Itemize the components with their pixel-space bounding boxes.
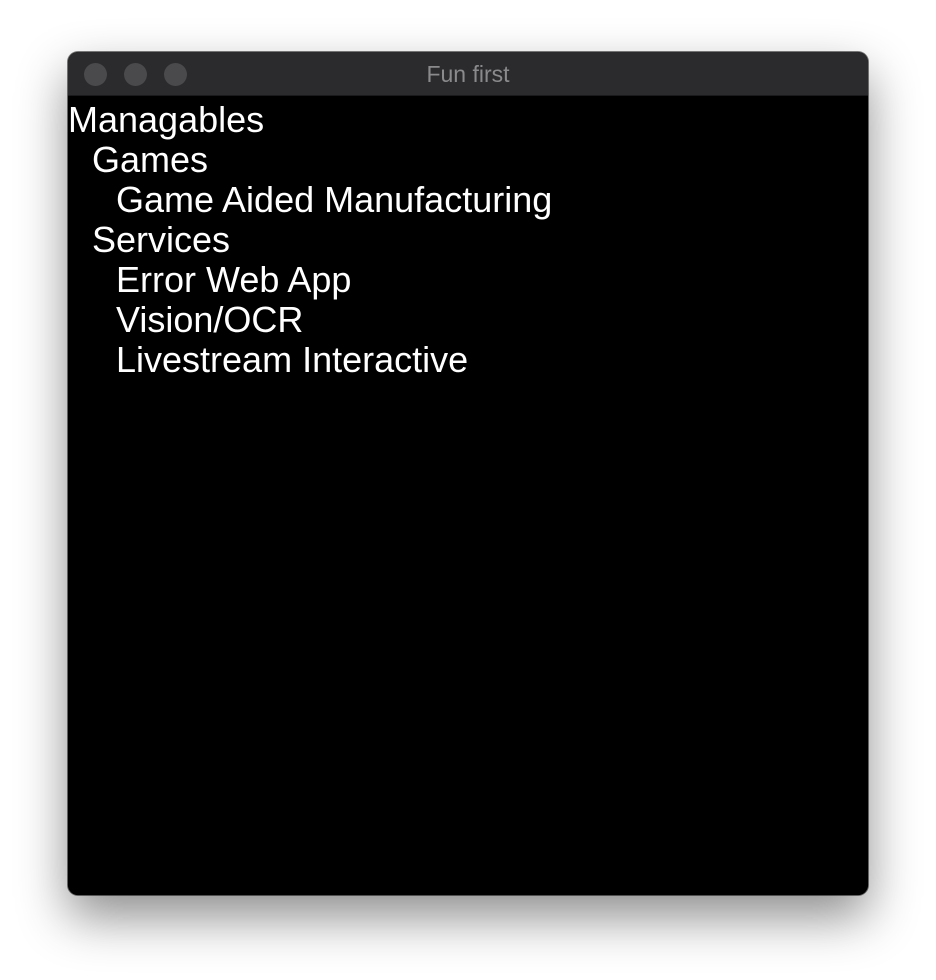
tree-item-managables[interactable]: Managables (68, 100, 552, 140)
app-window: Fun first Managables Games Game Aided Ma… (68, 52, 868, 895)
tree-list: Managables Games Game Aided Manufacturin… (68, 100, 552, 380)
title-bar[interactable]: Fun first (68, 52, 868, 96)
tree-item-error-web-app[interactable]: Error Web App (68, 260, 552, 300)
tree-item-vision-ocr[interactable]: Vision/OCR (68, 300, 552, 340)
tree-item-game-aided-manufacturing[interactable]: Game Aided Manufacturing (68, 180, 552, 220)
tree-item-games[interactable]: Games (68, 140, 552, 180)
window-title: Fun first (426, 61, 510, 87)
tree-view: Managables Games Game Aided Manufacturin… (68, 96, 868, 895)
tree-item-livestream-interactive[interactable]: Livestream Interactive (68, 340, 552, 380)
tree-item-services[interactable]: Services (68, 220, 552, 260)
